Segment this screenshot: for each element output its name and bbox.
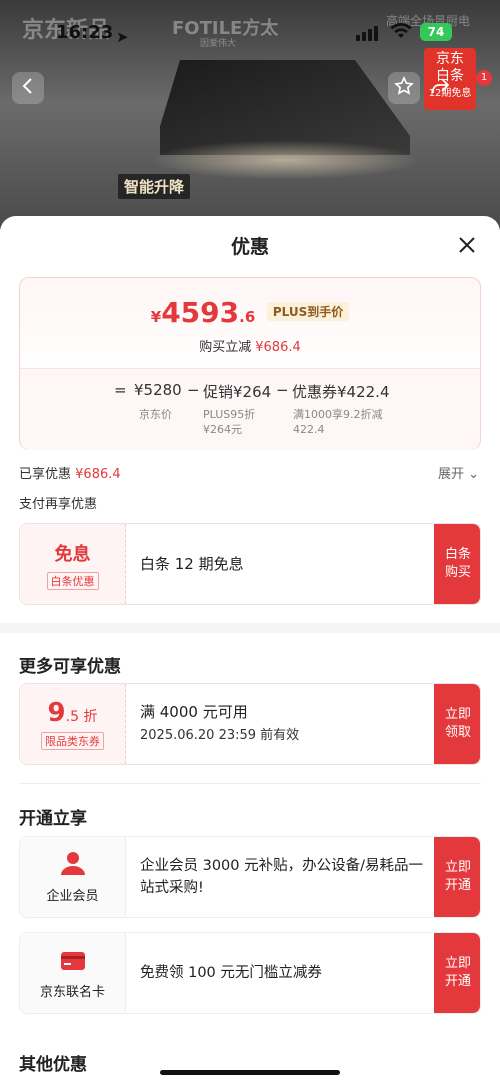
open-line-1: 立即: [444, 860, 471, 875]
baitiao-interest-free-card: 免息 白条优惠 白条 12 期免息 白条 购买: [19, 523, 481, 605]
cellular-signal-icon: [356, 26, 378, 41]
formula-coupon: 优惠券¥422.4: [292, 383, 390, 401]
open-line-2: 开通: [444, 974, 471, 989]
price-integer: 4593: [161, 296, 240, 329]
back-button[interactable]: [12, 72, 44, 104]
instant-discount: 购买立减 ¥686.4: [20, 336, 480, 355]
baitiao-buy-line-2: 购买: [444, 565, 471, 580]
status-bar: 16:23 ➤ 74: [0, 18, 500, 48]
wifi-icon: [390, 22, 412, 45]
open-line-1: 立即: [444, 956, 471, 971]
enterprise-member-card: 企业会员 企业会员 3000 元补贴，办公设备/易耗品一站式采购! 立即 开通: [19, 836, 481, 918]
price-formula: = ¥5280 − 促销¥264 − 优惠券¥422.4 京东价 PLUS95折…: [20, 368, 480, 450]
card-desc: 免费领 100 元无门槛立减券: [140, 933, 430, 1013]
discount-small: .5 折: [65, 709, 98, 725]
final-price: ¥4593.6 PLUS到手价: [20, 296, 480, 329]
promo-note-line-2: ¥264元: [203, 423, 242, 436]
close-button[interactable]: [456, 234, 478, 256]
interest-free-title: 免息: [54, 544, 91, 565]
enjoyed-label: 已享优惠: [19, 467, 72, 482]
formula-jd-price: ¥5280: [134, 381, 182, 399]
coupon-desc: 白条 12 期免息: [140, 524, 430, 604]
coupon-left: 9.5 折 限品类东券: [20, 684, 126, 764]
chevron-down-icon: ⌄: [468, 467, 480, 482]
home-indicator[interactable]: [160, 1070, 340, 1075]
message-count-badge: 1: [476, 70, 492, 86]
price-breakdown-card: ¥4593.6 PLUS到手价 购买立减 ¥686.4 = ¥5280 − 促销¥…: [19, 277, 481, 450]
promo-note-line-1: PLUS95折: [203, 408, 256, 421]
chevron-left-icon: [21, 77, 35, 99]
coupon-expiry: 2025.06.20 23:59 前有效: [140, 728, 300, 743]
star-icon: [394, 75, 414, 101]
baitiao-buy-button[interactable]: 白条 购买: [434, 524, 480, 604]
formula-minus-1: −: [187, 381, 200, 399]
claim-line-1: 立即: [444, 707, 471, 722]
expand-button[interactable]: 展开 ⌄: [438, 463, 479, 482]
jd-cobrand-card: 京东联名卡 免费领 100 元无门槛立减券 立即 开通: [19, 932, 481, 1014]
cobrand-label: 京东联名卡: [39, 985, 105, 1000]
sheet-title: 优惠: [230, 236, 269, 258]
hood-light-glow: [150, 140, 420, 180]
plus-price-tag: PLUS到手价: [266, 302, 350, 321]
card-left: 京东联名卡: [20, 933, 126, 1013]
discount-sheet: 优惠 ¥4593.6 PLUS到手价 购买立减 ¥686.4 = ¥5280 − …: [0, 216, 500, 1083]
baitiao-buy-line-1: 白条: [444, 547, 471, 562]
badge-line-1: 京东: [436, 51, 464, 67]
formula-minus-2: −: [276, 381, 289, 399]
cobrand-desc: 免费领 100 元无门槛立减券: [140, 965, 322, 981]
instant-discount-label: 购买立减: [199, 340, 252, 355]
category-coupon-tag: 限品类东券: [41, 732, 104, 750]
card-desc: 企业会员 3000 元补贴，办公设备/易耗品一站式采购!: [140, 837, 430, 917]
promo-note: PLUS95折 ¥264元: [203, 407, 255, 437]
status-time: 16:23: [56, 22, 114, 43]
interest-free-desc: 白条 12 期免息: [140, 555, 244, 573]
baitiao-tag: 白条优惠: [46, 572, 99, 590]
discount-big: 9: [47, 698, 66, 728]
instant-discount-value: ¥686.4: [255, 340, 301, 355]
enterprise-label: 企业会员: [46, 889, 99, 904]
price-decimal: .6: [239, 308, 256, 326]
section-divider: [0, 623, 500, 633]
other-section-title: 其他优惠: [19, 1055, 87, 1075]
section-divider-line: [19, 783, 481, 784]
share-icon: [430, 77, 450, 100]
open-line-2: 开通: [444, 878, 471, 893]
user-icon: [20, 851, 125, 879]
coupon-note-line-2: 422.4: [293, 423, 325, 436]
pay-section-title: 支付再享优惠: [19, 497, 98, 512]
cobrand-open-button[interactable]: 立即 开通: [434, 933, 480, 1013]
location-arrow-icon: ➤: [116, 28, 129, 46]
jd-price-note: 京东价: [139, 408, 172, 421]
currency-symbol: ¥: [150, 308, 162, 326]
claim-coupon-button[interactable]: 立即 领取: [434, 684, 480, 764]
battery-indicator: 74: [420, 23, 452, 41]
discount-value: 9.5 折: [20, 698, 125, 728]
close-icon: [456, 237, 478, 260]
formula-promo: 促销¥264: [203, 383, 272, 401]
share-button[interactable]: [424, 72, 456, 104]
enjoyed-discount: 已享优惠 ¥686.4: [19, 463, 121, 482]
category-coupon-card: 9.5 折 限品类东券 满 4000 元可用 2025.06.20 23:59 …: [19, 683, 481, 765]
coupon-note-line-1: 满1000享9.2折减: [293, 408, 383, 421]
hero-feature-tag: 智能升降: [118, 174, 191, 199]
coupon-threshold: 满 4000 元可用: [140, 703, 248, 721]
more-section-title: 更多可享优惠: [19, 657, 121, 677]
card-left: 企业会员: [20, 837, 126, 917]
expand-label: 展开: [438, 467, 465, 482]
favorite-button[interactable]: [388, 72, 420, 104]
coupon-note: 满1000享9.2折减 422.4: [293, 407, 383, 437]
credit-card-icon: [20, 951, 125, 975]
open-section-title: 开通立享: [19, 809, 87, 829]
coupon-left: 免息 白条优惠: [20, 524, 126, 604]
claim-line-2: 领取: [444, 725, 471, 740]
formula-equals: =: [114, 381, 127, 399]
enterprise-desc: 企业会员 3000 元补贴，办公设备/易耗品一站式采购!: [140, 858, 424, 896]
enterprise-open-button[interactable]: 立即 开通: [434, 837, 480, 917]
coupon-desc: 满 4000 元可用 2025.06.20 23:59 前有效: [140, 684, 430, 764]
enjoyed-value: ¥686.4: [75, 467, 121, 482]
